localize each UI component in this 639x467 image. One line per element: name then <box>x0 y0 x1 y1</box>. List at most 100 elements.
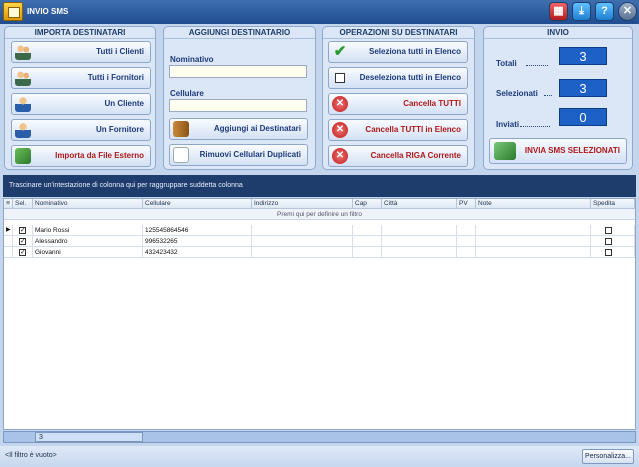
column-header-sel[interactable]: Sel. <box>13 199 33 209</box>
table-row[interactable]: ▶ ✓ Mario Rossi 125545864546 <box>4 225 635 236</box>
row-selector[interactable] <box>4 247 13 258</box>
window-title: INVIO SMS <box>27 7 69 16</box>
row-count: 3 <box>35 432 143 442</box>
note-cell[interactable] <box>476 225 591 236</box>
tutti-clienti-button[interactable]: Tutti i Clienti <box>11 41 151 63</box>
spedita-cell[interactable] <box>591 236 635 247</box>
cellulare-cell[interactable]: 996532265 <box>143 236 252 247</box>
column-header-note[interactable]: Note <box>476 199 591 209</box>
filter-row[interactable]: Premi qui per definire un filtro <box>4 209 635 220</box>
button-label: Aggiungi ai Destinatari <box>213 124 301 133</box>
indirizzo-cell[interactable] <box>252 236 353 247</box>
nominativo-cell[interactable]: Alessandro <box>33 236 143 247</box>
deseleziona-tutti-button[interactable]: Deseleziona tutti in Elenco <box>328 67 468 89</box>
panel-title: INVIO <box>484 27 632 39</box>
note-cell[interactable] <box>476 236 591 247</box>
panel-aggiungi: AGGIUNGI DESTINATARIO Nominativo Cellula… <box>163 26 316 170</box>
dotted-leader <box>526 65 548 66</box>
table-row[interactable]: ✓ Alessandro 996532265 <box>4 236 635 247</box>
calculator-icon[interactable]: ▦ <box>549 2 568 21</box>
nominativo-cell[interactable]: Mario Rossi <box>33 225 143 236</box>
button-label: Un Fornitore <box>96 125 144 134</box>
spedita-cell[interactable] <box>591 225 635 236</box>
row-selector[interactable] <box>4 236 13 247</box>
cancella-tutti-elenco-button[interactable]: ✕ Cancella TUTTI in Elenco <box>328 119 468 141</box>
cancella-riga-button[interactable]: ✕ Cancella RIGA Corrente <box>328 145 468 167</box>
cancella-tutti-button[interactable]: ✕ Cancella TUTTI <box>328 93 468 115</box>
note-cell[interactable] <box>476 247 591 258</box>
customize-button[interactable]: Personalizza... <box>582 449 634 464</box>
group-by-area[interactable]: Trascinare un'intestazione di colonna qu… <box>3 175 636 197</box>
citta-cell[interactable] <box>382 247 457 258</box>
sel-cell[interactable]: ✓ <box>13 236 33 247</box>
checkbox-icon <box>335 73 345 83</box>
button-label: Cancella RIGA Corrente <box>370 151 461 160</box>
cap-cell[interactable] <box>353 247 382 258</box>
pv-cell[interactable] <box>457 225 476 236</box>
pv-cell[interactable] <box>457 247 476 258</box>
sel-checkbox[interactable]: ✓ <box>19 238 26 245</box>
document-icon <box>173 147 189 163</box>
close-icon[interactable]: ✕ <box>618 2 637 21</box>
seleziona-tutti-button[interactable]: ✔ Seleziona tutti in Elenco <box>328 41 468 63</box>
un-fornitore-button[interactable]: Un Fornitore <box>11 119 151 141</box>
column-header-spedita[interactable]: Spedita <box>591 199 635 209</box>
sel-cell[interactable]: ✓ <box>13 225 33 236</box>
button-label: INVIA SMS SELEZIONATI <box>524 146 620 155</box>
column-header-cellulare[interactable]: Cellulare <box>143 199 252 209</box>
column-header-nominativo[interactable]: Nominativo <box>33 199 143 209</box>
spedita-cell[interactable] <box>591 247 635 258</box>
panel-title: AGGIUNGI DESTINATARIO <box>164 27 315 39</box>
download-icon[interactable]: ⤓ <box>572 2 591 21</box>
spedita-checkbox[interactable] <box>605 238 612 245</box>
app-icon <box>3 2 23 21</box>
citta-cell[interactable] <box>382 236 457 247</box>
sel-cell[interactable]: ✓ <box>13 247 33 258</box>
column-header-pv[interactable]: PV <box>457 199 476 209</box>
spedita-checkbox[interactable] <box>605 227 612 234</box>
selezionati-label: Selezionati <box>496 89 538 98</box>
invia-sms-button[interactable]: INVIA SMS SELEZIONATI <box>489 138 627 164</box>
nominativo-cell[interactable]: Giovanni <box>33 247 143 258</box>
column-header-indirizzo[interactable]: Indirizzo <box>252 199 353 209</box>
help-icon[interactable]: ? <box>595 2 614 21</box>
panel-title: IMPORTA DESTINATARI <box>5 27 155 39</box>
column-header-citta[interactable]: Città <box>382 199 457 209</box>
row-selector-header[interactable]: ≡ <box>4 199 13 209</box>
nominativo-input[interactable] <box>169 65 307 78</box>
sel-checkbox[interactable]: ✓ <box>19 227 26 234</box>
filter-hint: Premi qui per definire un filtro <box>277 211 362 218</box>
pv-cell[interactable] <box>457 236 476 247</box>
column-header-cap[interactable]: Cap <box>353 199 382 209</box>
button-label: Tutti i Clienti <box>96 47 144 56</box>
cellulare-cell[interactable]: 432423432 <box>143 247 252 258</box>
user-icon <box>15 96 31 112</box>
citta-cell[interactable] <box>382 225 457 236</box>
totali-label: Totali <box>496 59 517 68</box>
cap-cell[interactable] <box>353 236 382 247</box>
button-label: Importa da File Esterno <box>55 151 144 160</box>
panel-title: OPERAZIONI SU DESTINATARI <box>323 27 474 39</box>
button-label: Tutti i Fornitori <box>87 73 144 82</box>
title-bar: INVIO SMS ▦ ⤓ ? ✕ <box>0 0 639 24</box>
rimuovi-duplicati-button[interactable]: Rimuovi Cellulari Duplicati <box>169 144 308 166</box>
cap-cell[interactable] <box>353 225 382 236</box>
un-cliente-button[interactable]: Un Cliente <box>11 93 151 115</box>
panel-operazioni: OPERAZIONI SU DESTINATARI ✔ Seleziona tut… <box>322 26 475 170</box>
cellulare-input[interactable] <box>169 99 307 112</box>
tutti-fornitori-button[interactable]: Tutti i Fornitori <box>11 67 151 89</box>
importa-file-button[interactable]: Importa da File Esterno <box>11 145 151 167</box>
spedita-checkbox[interactable] <box>605 249 612 256</box>
indirizzo-cell[interactable] <box>252 247 353 258</box>
users-icon <box>15 70 31 86</box>
cellulare-cell[interactable]: 125545864546 <box>143 225 252 236</box>
sel-checkbox[interactable]: ✓ <box>19 249 26 256</box>
status-bar: <Il filtro è vuoto> Personalizza... <box>0 446 639 467</box>
current-row-indicator-icon: ▶ <box>4 225 13 236</box>
aggiungi-destinatari-button[interactable]: Aggiungi ai Destinatari <box>169 118 308 140</box>
table-row[interactable]: ✓ Giovanni 432423432 <box>4 247 635 258</box>
indirizzo-cell[interactable] <box>252 225 353 236</box>
filter-status[interactable]: <Il filtro è vuoto> <box>5 452 57 459</box>
panel-invio: INVIO Totali 3 Selezionati 3 Inviati 0 I… <box>483 26 633 170</box>
user-icon <box>15 122 31 138</box>
